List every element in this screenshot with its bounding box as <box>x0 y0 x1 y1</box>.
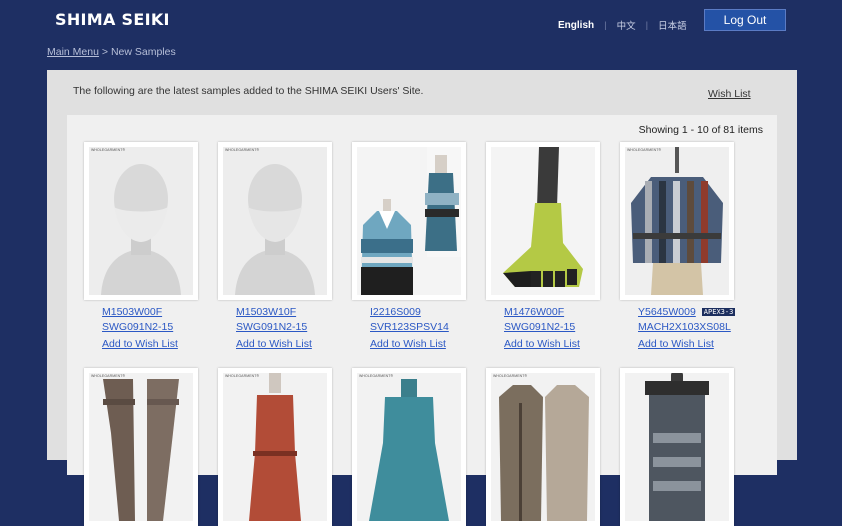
hanging-sample-image <box>625 373 729 521</box>
product-image[interactable]: WHOLEGARMENT® <box>218 368 332 526</box>
add-to-wish-list-link[interactable]: Add to Wish List <box>638 338 714 350</box>
add-to-wish-list-link[interactable]: Add to Wish List <box>236 338 312 350</box>
product-code-link[interactable]: M1503W10F <box>236 306 296 318</box>
product-image[interactable] <box>352 142 466 300</box>
red-dress-image <box>223 373 327 521</box>
intro-text: The following are the latest samples add… <box>73 85 424 97</box>
machine-badge: APEX3-3 <box>701 308 736 316</box>
breadcrumb-current: New Samples <box>110 46 176 58</box>
product-image[interactable] <box>620 368 734 526</box>
language-switcher: English | 中文 | 日本語 <box>558 18 687 33</box>
product-machine-link[interactable]: MACH2X103XS08L <box>638 321 731 333</box>
add-to-wish-list-link[interactable]: Add to Wish List <box>504 338 580 350</box>
product-image[interactable] <box>486 142 600 300</box>
wholegarment-logo: WHOLEGARMENT® <box>359 374 394 378</box>
mask-mannequin-image <box>89 147 193 295</box>
teal-dress-image <box>357 373 461 521</box>
wholegarment-logo: WHOLEGARMENT® <box>91 148 126 152</box>
patterned-top-image <box>625 147 729 295</box>
wholegarment-logo: WHOLEGARMENT® <box>627 148 662 152</box>
wholegarment-logo: WHOLEGARMENT® <box>493 374 528 378</box>
product-machine-link[interactable]: SVR123SPSV14 <box>370 321 449 333</box>
polo-shirt-image <box>357 147 461 295</box>
toe-sock-image <box>491 147 595 295</box>
product-image[interactable]: WHOLEGARMENT® <box>486 368 600 526</box>
product-code-link[interactable]: Y5645W009 APEX3-3 <box>638 306 736 318</box>
breadcrumb-separator: > <box>101 46 109 58</box>
lang-separator: | <box>604 19 607 31</box>
breadcrumb: Main Menu > New Samples <box>47 46 176 58</box>
pants-image <box>89 373 193 521</box>
product-image[interactable]: WHOLEGARMENT® <box>620 142 734 300</box>
wholegarment-logo: WHOLEGARMENT® <box>91 374 126 378</box>
shima-seiki-logo[interactable]: SHIMA SEIKI <box>55 10 170 29</box>
wish-list-link[interactable]: Wish List <box>708 88 751 100</box>
wholegarment-logo: WHOLEGARMENT® <box>225 374 260 378</box>
product-machine-link[interactable]: SWG091N2-15 <box>102 321 173 333</box>
product-grid: WHOLEGARMENT® M1503W00F SWG091N2-15 Add … <box>67 115 777 526</box>
lang-english[interactable]: English <box>558 20 594 31</box>
lang-separator: | <box>645 19 649 31</box>
product-code-link[interactable]: I2216S009 <box>370 306 421 318</box>
product-code-link[interactable]: M1503W00F <box>102 306 162 318</box>
add-to-wish-list-link[interactable]: Add to Wish List <box>102 338 178 350</box>
lang-chinese[interactable]: 中文 <box>617 18 636 32</box>
product-machine-link[interactable]: SWG091N2-15 <box>236 321 307 333</box>
mask-mannequin-image <box>223 147 327 295</box>
product-machine-link[interactable]: SWG091N2-15 <box>504 321 575 333</box>
product-image[interactable]: WHOLEGARMENT® <box>84 142 198 300</box>
long-cardigans-image <box>491 373 595 521</box>
content-panel: The following are the latest samples add… <box>47 70 797 526</box>
breadcrumb-main-menu[interactable]: Main Menu <box>47 46 99 58</box>
wholegarment-logo: WHOLEGARMENT® <box>225 148 260 152</box>
product-grid-panel: Showing 1 - 10 of 81 items WHOLEGARMENT®… <box>67 115 777 526</box>
product-image[interactable]: WHOLEGARMENT® <box>218 142 332 300</box>
logout-button[interactable]: Log Out <box>704 9 786 31</box>
product-code-link[interactable]: M1476W00F <box>504 306 564 318</box>
product-image[interactable]: WHOLEGARMENT® <box>352 368 466 526</box>
product-image[interactable]: WHOLEGARMENT® <box>84 368 198 526</box>
add-to-wish-list-link[interactable]: Add to Wish List <box>370 338 446 350</box>
lang-japanese[interactable]: 日本語 <box>658 18 687 32</box>
